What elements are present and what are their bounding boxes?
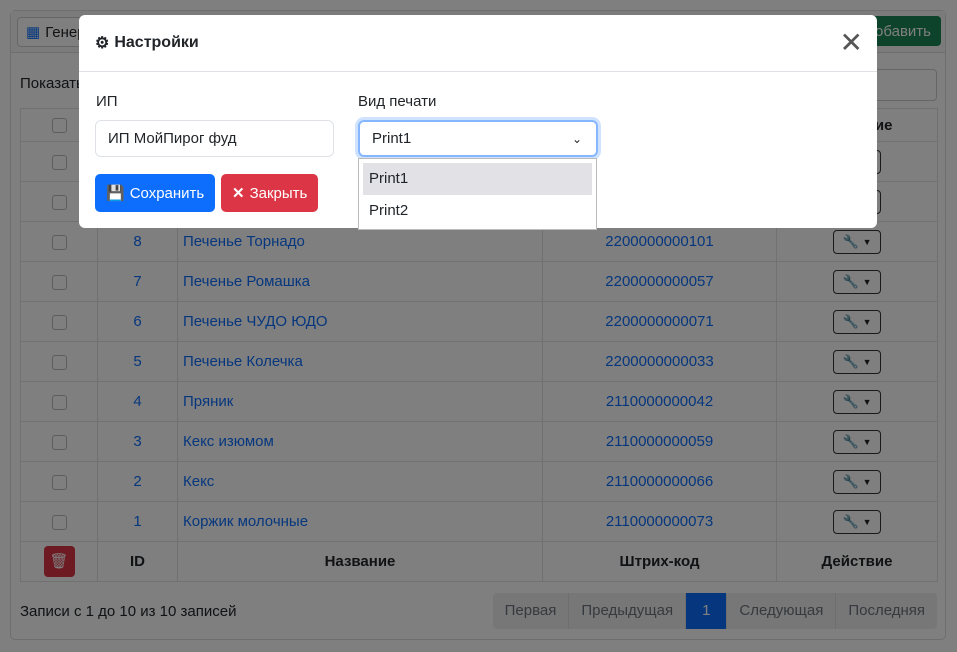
- modal-title: Настройки: [114, 34, 199, 51]
- print-type-value: Print1: [372, 130, 412, 147]
- save-icon: 💾: [106, 185, 125, 202]
- modal-header: ⚙ Настройки: [79, 15, 877, 72]
- settings-modal: ⚙ Настройки ✕ ИП ИП МойПирог фуд Вид печа…: [79, 15, 877, 230]
- print-type-label: Вид печати: [358, 93, 437, 110]
- ip-label: ИП: [96, 93, 118, 110]
- option-print1[interactable]: Print1: [363, 163, 592, 195]
- chevron-down-icon: ⌄: [571, 131, 582, 146]
- print-type-dropdown: Print1 Print2: [358, 158, 597, 230]
- ip-input[interactable]: ИП МойПирог фуд: [95, 120, 334, 157]
- gear-icon: ⚙: [95, 35, 110, 52]
- close-icon[interactable]: ✕: [840, 29, 863, 57]
- save-button[interactable]: 💾 Сохранить: [95, 174, 216, 212]
- print-type-select[interactable]: Print1 ⌄: [358, 120, 598, 157]
- close-button[interactable]: ✕ Закрыть: [221, 174, 319, 212]
- option-print2[interactable]: Print2: [363, 195, 592, 227]
- x-icon: ✕: [232, 185, 245, 202]
